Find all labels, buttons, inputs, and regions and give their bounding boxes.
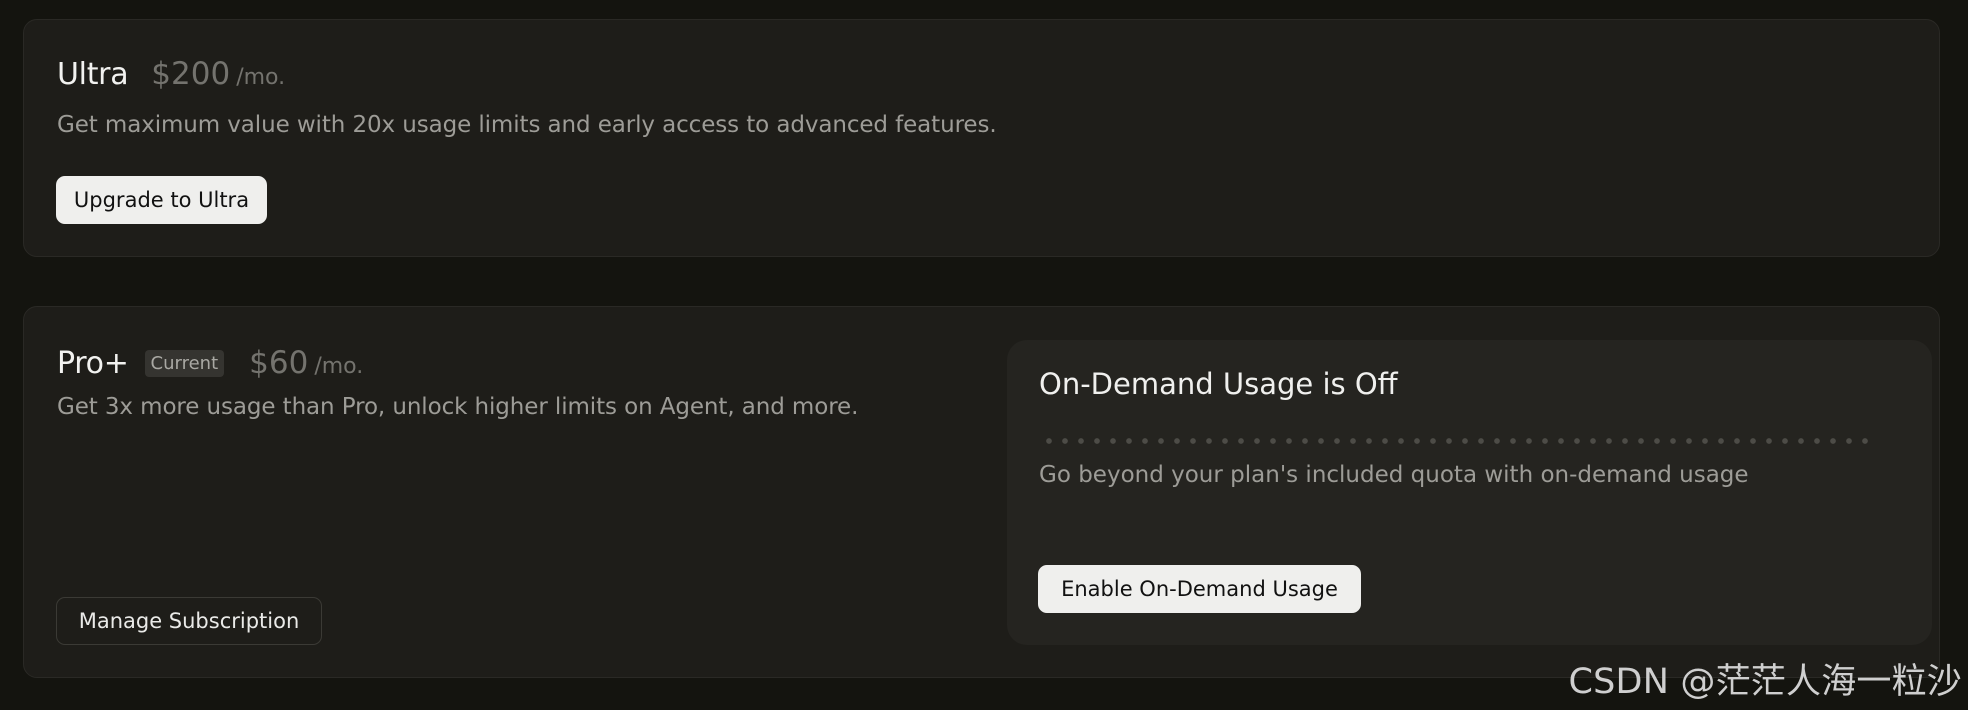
on-demand-usage-panel: On-Demand Usage is Off Go beyond your pl… — [1007, 340, 1932, 645]
pro-plus-plan-header: Pro+ Current $60 /mo. — [57, 345, 363, 381]
ultra-plan-price: $200 — [151, 56, 231, 92]
ultra-plan-description: Get maximum value with 20x usage limits … — [57, 112, 997, 138]
ultra-plan-card: Ultra $200 /mo. Get maximum value with 2… — [23, 19, 1940, 257]
csdn-watermark: CSDN @茫茫人海一粒沙 — [1568, 662, 1962, 702]
ultra-plan-name: Ultra — [57, 57, 129, 92]
current-plan-badge: Current — [144, 350, 225, 377]
pro-plus-plan-description: Get 3x more usage than Pro, unlock highe… — [57, 394, 859, 420]
on-demand-usage-description: Go beyond your plan's included quota wit… — [1039, 462, 1749, 488]
pro-plus-plan-price: $60 — [249, 345, 309, 381]
on-demand-usage-title: On-Demand Usage is Off — [1039, 367, 1398, 401]
manage-subscription-button[interactable]: Manage Subscription — [56, 597, 322, 645]
ultra-plan-header: Ultra $200 /mo. — [57, 56, 285, 92]
pro-plus-plan-name: Pro+ — [57, 346, 129, 381]
pro-plus-plan-card: Pro+ Current $60 /mo. Get 3x more usage … — [23, 306, 1940, 678]
upgrade-to-ultra-button[interactable]: Upgrade to Ultra — [56, 176, 267, 224]
ultra-plan-period: /mo. — [236, 65, 286, 90]
dotted-divider — [1041, 438, 1878, 444]
enable-on-demand-usage-button[interactable]: Enable On-Demand Usage — [1038, 565, 1361, 613]
billing-page: Ultra $200 /mo. Get maximum value with 2… — [0, 0, 1968, 710]
pro-plus-plan-period: /mo. — [314, 354, 364, 379]
